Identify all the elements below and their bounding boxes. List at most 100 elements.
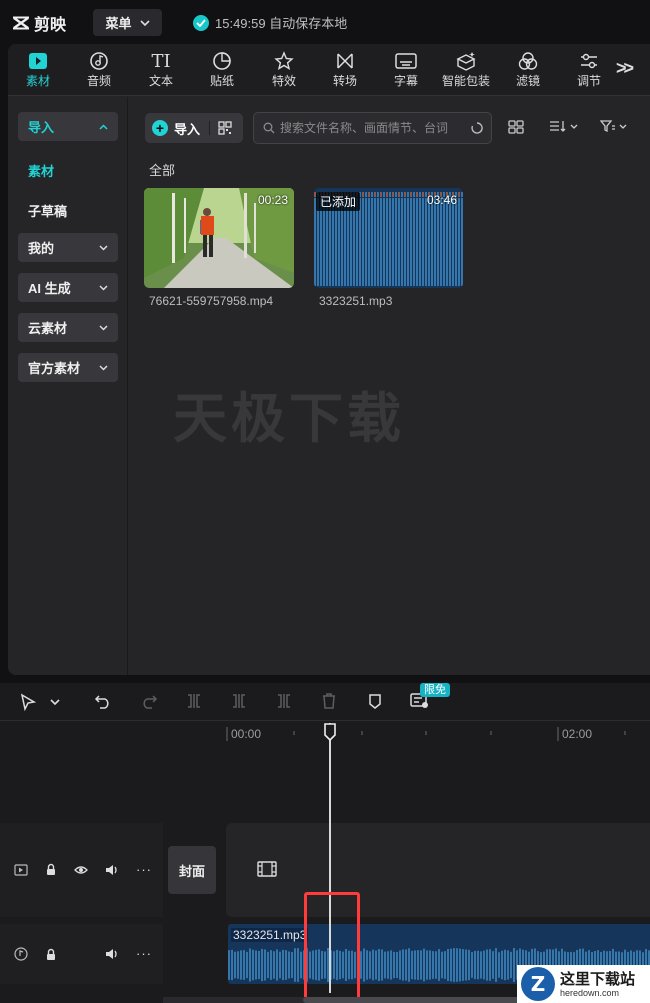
site-watermark-logo: Z 这里下载站 heredown.com xyxy=(517,965,650,1003)
split-left-button[interactable] xyxy=(231,693,247,709)
filter-sort-icon[interactable] xyxy=(600,120,627,132)
video-track-lane[interactable] xyxy=(226,823,650,917)
subtitle-icon xyxy=(395,50,417,72)
nav-official-label: 官方素材 xyxy=(28,361,81,376)
tool-filter[interactable]: 滤镜 xyxy=(502,50,554,92)
audio-filename: 3323251.mp3 xyxy=(319,294,393,308)
volume-icon[interactable] xyxy=(105,948,119,960)
split-icon xyxy=(188,694,200,708)
more-icon[interactable]: ··· xyxy=(136,863,152,876)
nav-ai[interactable]: AI 生成 xyxy=(18,273,118,302)
filter-icon xyxy=(518,50,538,72)
import-button-group: + 导入 xyxy=(145,113,243,143)
tool-text[interactable]: TI 文本 xyxy=(135,50,187,92)
media-item-audio[interactable]: 已添加 03:46 3323251.mp3 xyxy=(314,188,464,308)
video-track-icon xyxy=(14,863,28,876)
ruler-label-start: 00:00 xyxy=(231,727,262,741)
tool-media[interactable]: 素材 xyxy=(12,50,64,92)
tool-label: 字幕 xyxy=(393,74,418,88)
nav-draft[interactable]: 子草稿 xyxy=(28,201,67,220)
audio-track-controls: ··· xyxy=(14,947,152,961)
select-tool[interactable] xyxy=(20,693,60,711)
section-all-label: 全部 xyxy=(149,163,176,178)
nav-cloud[interactable]: 云素材 xyxy=(18,313,118,342)
nav-mine[interactable]: 我的 xyxy=(18,233,118,262)
chevron-down-icon xyxy=(99,364,108,371)
site-domain: heredown.com xyxy=(560,987,620,998)
nav-mine-label: 我的 xyxy=(28,241,55,256)
tool-audio[interactable]: 音频 xyxy=(73,50,125,92)
chevron-down-icon xyxy=(99,324,108,331)
search-icon xyxy=(263,122,275,134)
nav-official[interactable]: 官方素材 xyxy=(18,353,118,382)
chevron-down-icon xyxy=(139,19,150,26)
redo-icon xyxy=(143,695,158,709)
tool-label: 调节 xyxy=(576,74,601,88)
grid-view-icon[interactable] xyxy=(508,120,524,134)
sticker-icon xyxy=(212,50,232,72)
more-icon[interactable]: ··· xyxy=(136,947,152,960)
video-duration: 00:23 xyxy=(257,193,288,207)
audio-clip-name: 3323251.mp3 xyxy=(231,928,309,942)
qr-code-icon[interactable] xyxy=(209,121,239,135)
check-icon xyxy=(193,14,209,31)
video-track-header: ··· xyxy=(0,823,163,917)
playhead-handle-icon[interactable] xyxy=(323,723,337,741)
cover-button[interactable]: 封面 xyxy=(168,846,216,894)
split-left-icon xyxy=(233,694,245,708)
tool-label: 转场 xyxy=(332,74,357,88)
marker-icon xyxy=(369,694,381,709)
site-logo-icon: Z xyxy=(521,967,555,1001)
tool-transition[interactable]: 转场 xyxy=(319,50,371,92)
sort-icon[interactable] xyxy=(549,120,578,132)
chevron-down-icon xyxy=(99,284,108,291)
media-sidebar: 导入 素材 子草稿 我的 AI 生成 云素材 官方素材 xyxy=(8,97,128,675)
lock-icon[interactable] xyxy=(45,948,57,961)
delete-button[interactable] xyxy=(321,693,337,709)
tool-label: 智能包装 xyxy=(441,74,490,88)
video-track-controls: ··· xyxy=(14,863,152,876)
more-tools-button[interactable]: >> xyxy=(616,58,634,79)
tool-sticker[interactable]: 贴纸 xyxy=(196,50,248,92)
ruler-label-2min: 02:00 xyxy=(562,727,593,741)
undo-icon xyxy=(94,695,109,709)
nav-import[interactable]: 导入 xyxy=(18,112,118,141)
nav-ai-label: AI 生成 xyxy=(28,281,71,296)
menu-button[interactable]: 菜单 xyxy=(93,9,162,36)
nav-media[interactable]: 素材 xyxy=(28,161,54,180)
free-badge: 限免 xyxy=(420,683,450,697)
adjust-icon xyxy=(579,50,599,72)
redo-button[interactable] xyxy=(140,693,158,709)
tool-smart-pack[interactable]: 智能包装 xyxy=(436,50,496,92)
loading-icon xyxy=(471,122,483,134)
lock-icon[interactable] xyxy=(45,863,57,876)
audio-icon xyxy=(89,50,109,72)
video-filename: 76621-559757958.mp4 xyxy=(149,294,274,308)
time-ruler[interactable]: 00:00 02:00 xyxy=(163,723,650,747)
watermark-text: 天极下载 xyxy=(173,387,405,450)
search-input[interactable] xyxy=(280,121,466,135)
split-right-icon xyxy=(278,694,290,708)
split-button[interactable] xyxy=(186,693,202,709)
plus-icon: + xyxy=(152,120,168,136)
video-thumbnail: 00:23 xyxy=(144,188,294,288)
import-button[interactable]: + 导入 xyxy=(145,119,209,138)
undo-button[interactable] xyxy=(94,693,112,709)
tool-subtitle[interactable]: 字幕 xyxy=(380,50,432,92)
media-panel: 素材 音频 TI 文本 贴纸 特效 转场 字幕 智能包装 滤镜 调节 >> 导入… xyxy=(8,44,650,675)
audio-track-icon xyxy=(14,947,28,961)
app-logo: 剪映 xyxy=(12,11,66,35)
tool-label: 文本 xyxy=(148,74,173,88)
marker-button[interactable] xyxy=(367,693,383,709)
eye-icon[interactable] xyxy=(74,865,88,875)
volume-icon[interactable] xyxy=(105,864,119,876)
split-right-button[interactable] xyxy=(276,693,292,709)
added-badge: 已添加 xyxy=(316,192,361,211)
nav-import-label: 导入 xyxy=(28,120,55,135)
nav-cloud-label: 云素材 xyxy=(28,321,68,336)
text-icon: TI xyxy=(151,50,171,72)
media-item-video[interactable]: 00:23 76621-559757958.mp4 xyxy=(144,188,294,308)
tool-effects[interactable]: 特效 xyxy=(258,50,310,92)
trash-icon xyxy=(323,693,335,709)
tool-adjust[interactable]: 调节 xyxy=(563,50,615,92)
